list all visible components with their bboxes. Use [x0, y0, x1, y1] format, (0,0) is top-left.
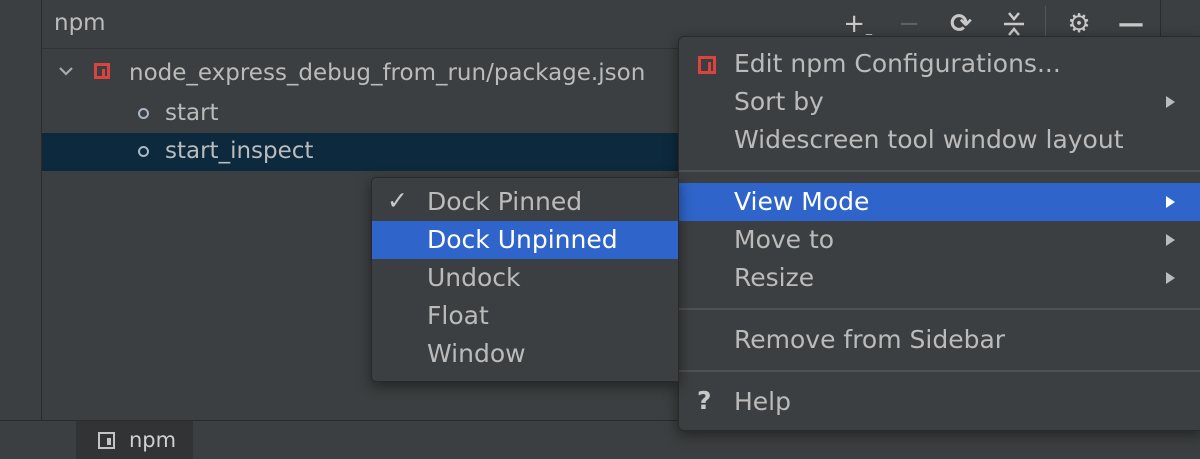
tool-window-context-menu: Edit npm Configurations... Sort by Wides… [678, 36, 1200, 431]
menu-item-label: View Mode [734, 187, 870, 216]
menu-item-view-mode[interactable]: View Mode [679, 183, 1200, 221]
submenu-item-window[interactable]: Window [372, 335, 678, 373]
npm-configurations-icon [698, 56, 716, 74]
menu-item-edit-configurations[interactable]: Edit npm Configurations... [679, 45, 1200, 83]
menu-item-label: Sort by [734, 87, 824, 116]
package-label: node_express_debug_from_run/package.json [129, 60, 646, 86]
submenu-item-label: Dock Pinned [427, 187, 583, 216]
npm-package-icon [94, 63, 110, 79]
view-mode-submenu: ✓ Dock Pinned Dock Unpinned Undock Float… [371, 177, 679, 382]
script-label: start_inspect [165, 138, 314, 164]
submenu-item-label: Dock Unpinned [427, 225, 618, 254]
menu-item-help[interactable]: ? Help [679, 383, 1200, 421]
submenu-arrow-icon [1166, 96, 1175, 108]
submenu-arrow-icon [1166, 272, 1175, 284]
menu-separator [679, 370, 1200, 372]
menu-item-remove-from-sidebar[interactable]: Remove from Sidebar [679, 321, 1200, 359]
script-bullet-icon [138, 146, 149, 157]
menu-item-resize[interactable]: Resize [679, 259, 1200, 297]
bottom-tab-npm[interactable]: npm [76, 421, 193, 459]
menu-item-sort-by[interactable]: Sort by [679, 83, 1200, 121]
menu-item-move-to[interactable]: Move to [679, 221, 1200, 259]
menu-item-label: Widescreen tool window layout [734, 125, 1124, 154]
submenu-item-label: Float [427, 301, 489, 330]
menu-item-label: Move to [734, 225, 835, 254]
menu-item-label: Edit npm Configurations... [734, 49, 1061, 78]
help-icon: ? [697, 386, 712, 415]
bottom-tab-label: npm [129, 428, 177, 452]
checkmark-icon: ✓ [387, 186, 408, 215]
add-icon-glyph: + [843, 9, 866, 39]
collapse-all-icon-svg [1004, 12, 1024, 36]
submenu-arrow-icon [1166, 234, 1175, 246]
script-label: start [165, 100, 219, 126]
tool-window-title: npm [54, 10, 106, 36]
submenu-item-label: Window [427, 339, 526, 368]
submenu-item-float[interactable]: Float [372, 297, 678, 335]
submenu-arrow-icon [1166, 196, 1175, 208]
menu-item-label: Resize [734, 263, 815, 292]
menu-item-widescreen-layout[interactable]: Widescreen tool window layout [679, 121, 1200, 159]
menu-item-label: Help [734, 387, 791, 416]
submenu-item-undock[interactable]: Undock [372, 259, 678, 297]
left-tool-strip [0, 0, 42, 420]
submenu-item-label: Undock [427, 263, 521, 292]
menu-separator [679, 308, 1200, 310]
script-bullet-icon [138, 108, 149, 119]
submenu-item-dock-unpinned[interactable]: Dock Unpinned [372, 221, 678, 259]
menu-item-label: Remove from Sidebar [734, 325, 1006, 354]
submenu-item-dock-pinned[interactable]: ✓ Dock Pinned [372, 183, 678, 221]
npm-tool-icon [98, 432, 115, 449]
chevron-down-icon[interactable] [56, 61, 76, 81]
menu-separator [679, 170, 1200, 172]
